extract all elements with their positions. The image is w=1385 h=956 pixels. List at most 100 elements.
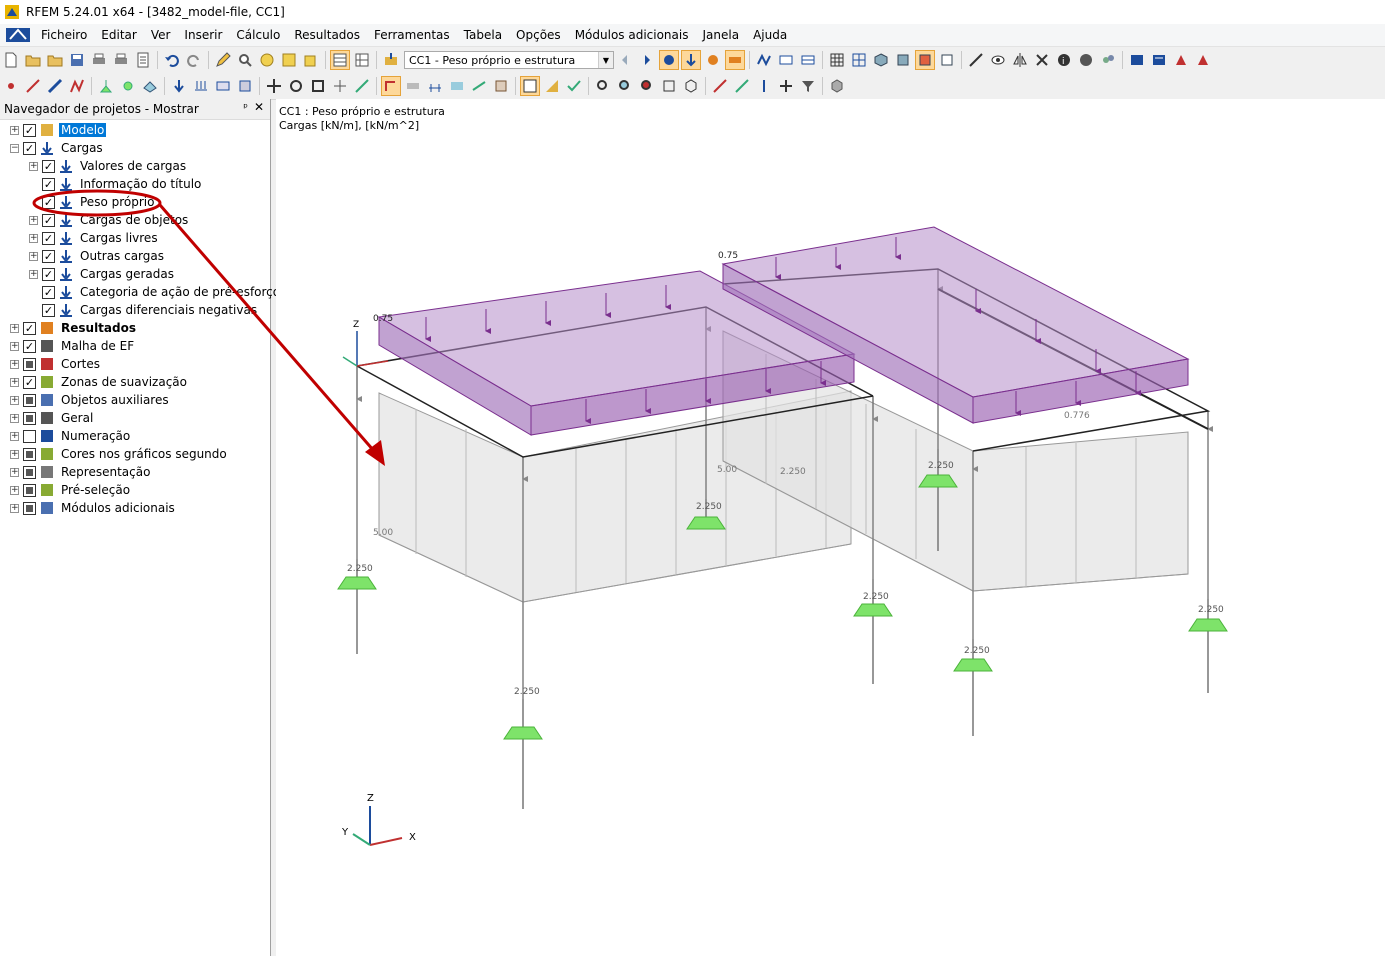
check-model-button[interactable]	[564, 76, 584, 96]
tree-item[interactable]: ✓ Cargas diferenciais negativas	[29, 301, 259, 319]
save-button[interactable]	[67, 50, 87, 70]
tree-item[interactable]: + ✓ Modelo	[10, 121, 107, 139]
dimension-button[interactable]	[425, 76, 445, 96]
scale-button[interactable]	[308, 76, 328, 96]
open-recent-button[interactable]	[45, 50, 65, 70]
new-support-button[interactable]	[96, 76, 116, 96]
visual-object-button[interactable]	[491, 76, 511, 96]
tree-item[interactable]: − ✓ Cargas	[10, 139, 105, 157]
comment-button[interactable]	[447, 76, 467, 96]
view-active-button[interactable]	[915, 50, 935, 70]
menu-ferramentas[interactable]: Ferramentas	[367, 28, 457, 42]
tree-item[interactable]: + Objetos auxiliares	[10, 391, 171, 409]
tree-checkbox[interactable]: ✓	[42, 249, 55, 263]
new-load-button[interactable]	[169, 76, 189, 96]
tree-item[interactable]: + ✓ Resultados	[10, 319, 138, 337]
render-mode-button[interactable]	[827, 76, 847, 96]
expand-icon[interactable]: +	[10, 323, 19, 333]
new-polyline-button[interactable]	[67, 76, 87, 96]
expand-icon[interactable]: +	[29, 161, 38, 171]
export-dxf-button[interactable]	[1171, 50, 1191, 70]
mesh-button[interactable]	[827, 50, 847, 70]
tree-checkbox[interactable]	[23, 483, 36, 497]
menu-tabela[interactable]: Tabela	[457, 28, 509, 42]
expand-icon[interactable]: +	[10, 449, 19, 459]
tree-checkbox[interactable]	[23, 393, 36, 407]
tree-item[interactable]: + ✓ Malha de EF	[10, 337, 136, 355]
tree-item[interactable]: ✓ Informação do título	[29, 175, 203, 193]
new-line-button[interactable]	[23, 76, 43, 96]
new-node-button[interactable]	[1, 76, 21, 96]
menu-ajuda[interactable]: Ajuda	[746, 28, 794, 42]
zoom-button[interactable]	[257, 50, 277, 70]
menu-ficheiro[interactable]: Ficheiro	[34, 28, 94, 42]
tree-item[interactable]: ✓ Categoria de ação de pré-esforço	[29, 283, 282, 301]
tree-checkbox[interactable]	[23, 447, 36, 461]
axis-y-button[interactable]	[732, 76, 752, 96]
menu-ver[interactable]: Ver	[144, 28, 178, 42]
expand-icon[interactable]: +	[10, 485, 19, 495]
print-graphic-button[interactable]	[111, 50, 131, 70]
divide-button[interactable]	[330, 76, 350, 96]
expand-icon[interactable]: +	[29, 233, 38, 243]
box-view-button[interactable]	[659, 76, 679, 96]
document-icon[interactable]	[6, 27, 30, 43]
new-solid-load-button[interactable]	[235, 76, 255, 96]
previous-load-case-button[interactable]	[615, 50, 635, 70]
tree-item[interactable]: + ✓ Valores de cargas	[29, 157, 188, 175]
chevron-down-icon[interactable]: ▼	[598, 52, 613, 68]
tree-item[interactable]: + ✓ Zonas de suavização	[10, 373, 189, 391]
expand-icon[interactable]: +	[10, 431, 19, 441]
tree-checkbox[interactable]	[23, 465, 36, 479]
tree-item[interactable]: + Representação	[10, 463, 152, 481]
new-file-button[interactable]	[1, 50, 21, 70]
copy-button[interactable]	[301, 50, 321, 70]
layout-button[interactable]	[520, 76, 540, 96]
guide-line-button[interactable]	[469, 76, 489, 96]
load-case-icon-button[interactable]	[381, 50, 401, 70]
zoom-all-button[interactable]	[593, 76, 613, 96]
view-front-button[interactable]	[893, 50, 913, 70]
export-table-button[interactable]	[1149, 50, 1169, 70]
pin-icon[interactable]: ᵖ	[243, 101, 248, 114]
edit-button[interactable]	[213, 50, 233, 70]
expand-icon[interactable]: +	[10, 359, 19, 369]
open-button[interactable]	[23, 50, 43, 70]
export-pdf-button[interactable]	[1193, 50, 1213, 70]
measure-button[interactable]	[966, 50, 986, 70]
tree-item[interactable]: + Pré-seleção	[10, 481, 132, 499]
redo-button[interactable]	[184, 50, 204, 70]
select-button[interactable]	[279, 50, 299, 70]
filter-button[interactable]	[798, 76, 818, 96]
new-area-load-button[interactable]	[213, 76, 233, 96]
export-button[interactable]	[1127, 50, 1147, 70]
tree-checkbox[interactable]	[23, 357, 36, 371]
tree-item[interactable]: + Numeração	[10, 427, 132, 445]
close-icon[interactable]: ✕	[254, 100, 264, 114]
load-case-select[interactable]: CC1 - Peso próprio e estrutura ▼	[404, 51, 614, 69]
tree-item[interactable]: + Geral	[10, 409, 95, 427]
tree-checkbox[interactable]	[23, 429, 36, 443]
table-view-button[interactable]	[330, 50, 350, 70]
tree-checkbox[interactable]	[23, 411, 36, 425]
expand-icon[interactable]: +	[29, 251, 38, 261]
expand-icon[interactable]: +	[29, 215, 38, 225]
collapse-icon[interactable]: −	[10, 143, 19, 153]
tree-checkbox[interactable]: ✓	[42, 285, 55, 299]
expand-icon[interactable]: +	[10, 503, 19, 513]
model-3d-view[interactable]: 0.75 0.75 5.00 5.00 0.776 2.250 2.250 2.…	[276, 99, 1385, 956]
navigator-view-button[interactable]	[352, 50, 372, 70]
tree-checkbox[interactable]: ✓	[23, 375, 36, 389]
new-surface-button[interactable]	[140, 76, 160, 96]
display-options-button[interactable]	[1098, 50, 1118, 70]
tree-checkbox[interactable]: ✓	[23, 123, 36, 137]
grid-button[interactable]	[403, 76, 423, 96]
expand-icon[interactable]: +	[10, 341, 19, 351]
tree-item[interactable]: + Cortes	[10, 355, 102, 373]
calculate-all-button[interactable]	[776, 50, 796, 70]
connect-button[interactable]	[352, 76, 372, 96]
show-loads-button[interactable]	[659, 50, 679, 70]
info-button[interactable]: i	[1054, 50, 1074, 70]
axis-x-button[interactable]	[710, 76, 730, 96]
next-load-case-button[interactable]	[637, 50, 657, 70]
